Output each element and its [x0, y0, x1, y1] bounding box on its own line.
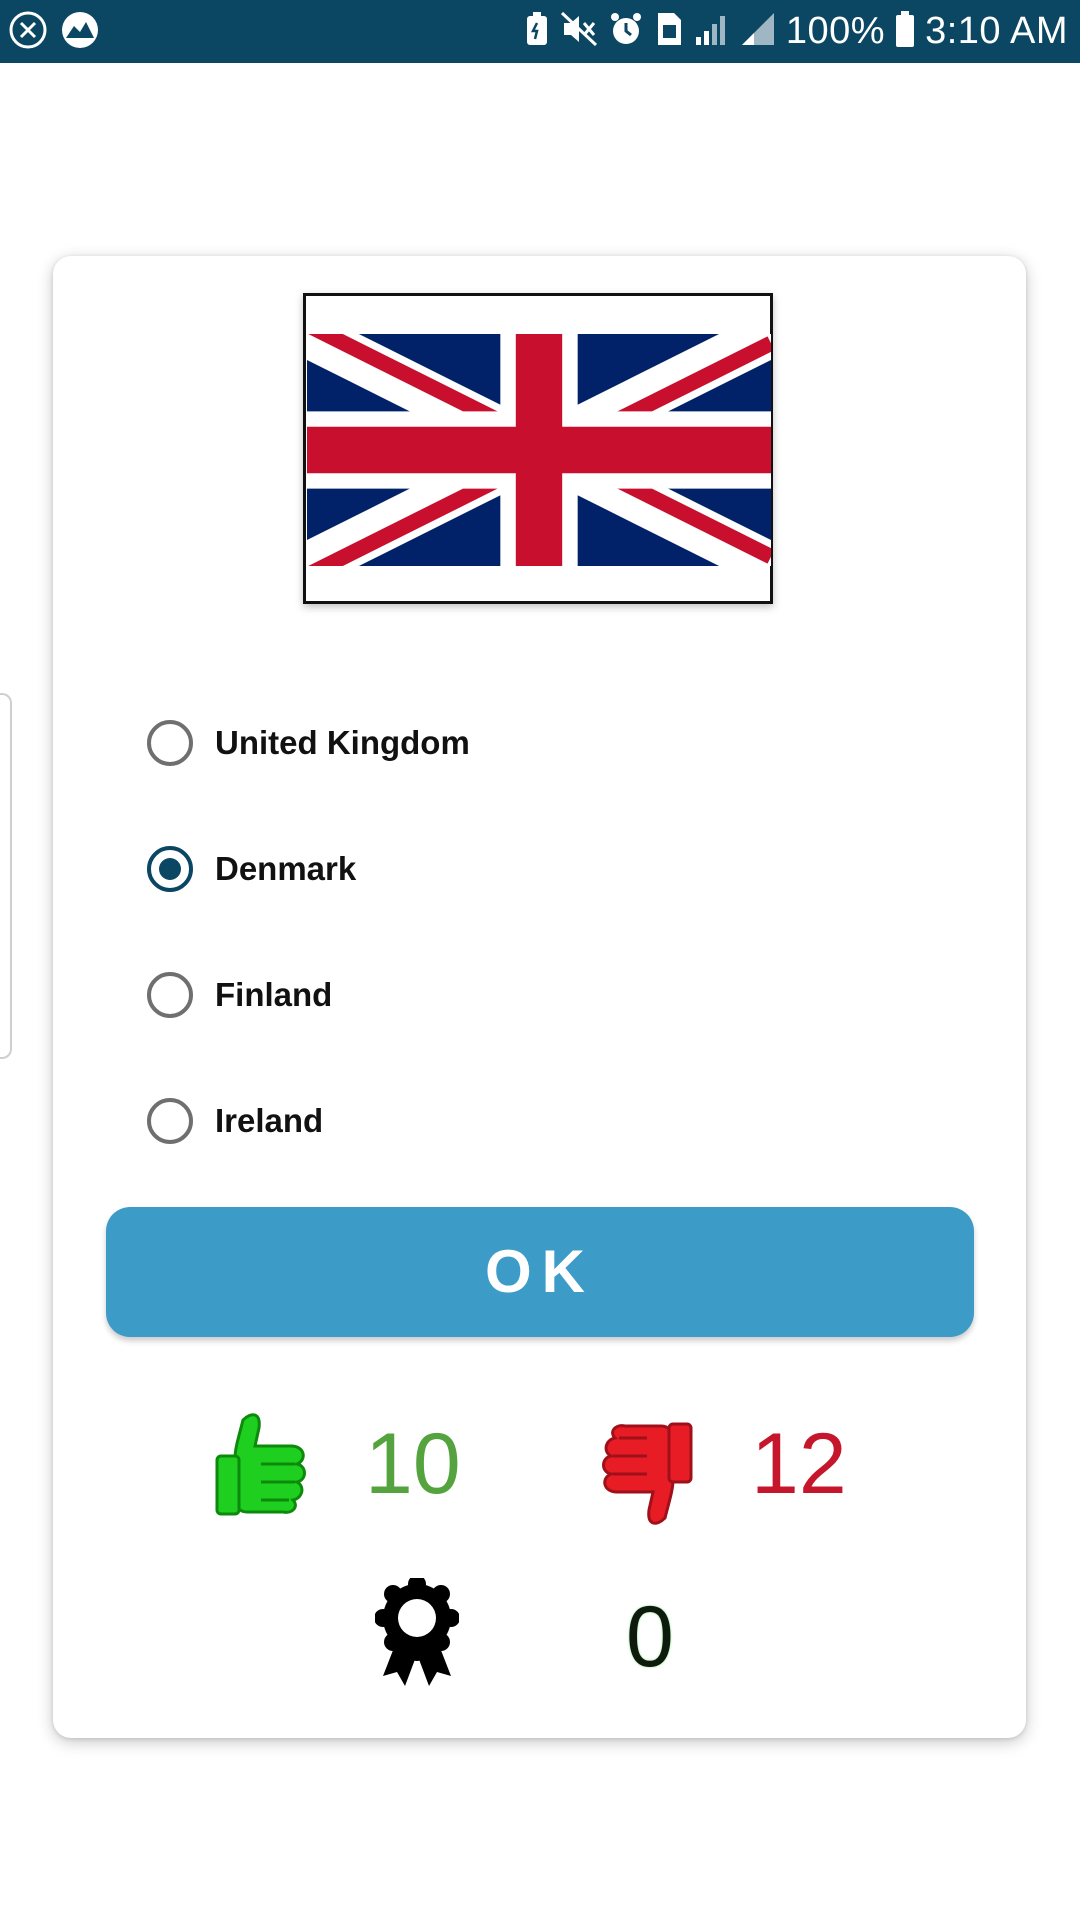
mute-icon	[560, 11, 598, 52]
status-bar: 100% 3:10 AM	[0, 0, 1080, 63]
alarm-icon	[608, 11, 644, 52]
signal-icon	[740, 11, 776, 52]
quiz-card: United Kingdom Denmark Finland Ireland O…	[53, 256, 1026, 1738]
signal-icon	[694, 11, 730, 52]
option-label: Denmark	[215, 850, 357, 887]
side-drawer-handle[interactable]	[0, 693, 12, 1059]
app-notification-icon	[60, 10, 100, 55]
medal-count: 0	[626, 1589, 674, 1685]
radio-button-selected[interactable]	[147, 846, 193, 892]
radio-button[interactable]	[147, 972, 193, 1018]
thumbs-up-icon	[213, 1406, 313, 1521]
option-ireland[interactable]: Ireland	[147, 1058, 947, 1184]
radio-button[interactable]	[147, 720, 193, 766]
option-label: Ireland	[215, 1102, 324, 1139]
option-finland[interactable]: Finland	[147, 932, 947, 1058]
correct-count: 10	[365, 1416, 461, 1512]
close-circle-icon[interactable]	[8, 10, 48, 55]
wrong-count: 12	[751, 1416, 847, 1512]
flag-image	[303, 293, 773, 604]
award-ribbon-icon	[374, 1575, 460, 1693]
radio-button[interactable]	[147, 1098, 193, 1144]
answer-options: United Kingdom Denmark Finland Ireland	[147, 680, 947, 1184]
thumbs-down-icon	[595, 1414, 695, 1537]
battery-saver-icon	[524, 11, 550, 52]
option-denmark[interactable]: Denmark	[147, 806, 947, 932]
clock: 3:10 AM	[925, 10, 1068, 52]
sim-icon	[654, 11, 684, 52]
option-united-kingdom[interactable]: United Kingdom	[147, 680, 947, 806]
ok-button[interactable]: OK	[106, 1207, 974, 1337]
option-label: Finland	[215, 976, 333, 1013]
battery-icon	[895, 10, 915, 53]
united-kingdom-flag	[307, 334, 771, 566]
battery-percent: 100%	[785, 10, 886, 52]
option-label: United Kingdom	[215, 724, 470, 761]
